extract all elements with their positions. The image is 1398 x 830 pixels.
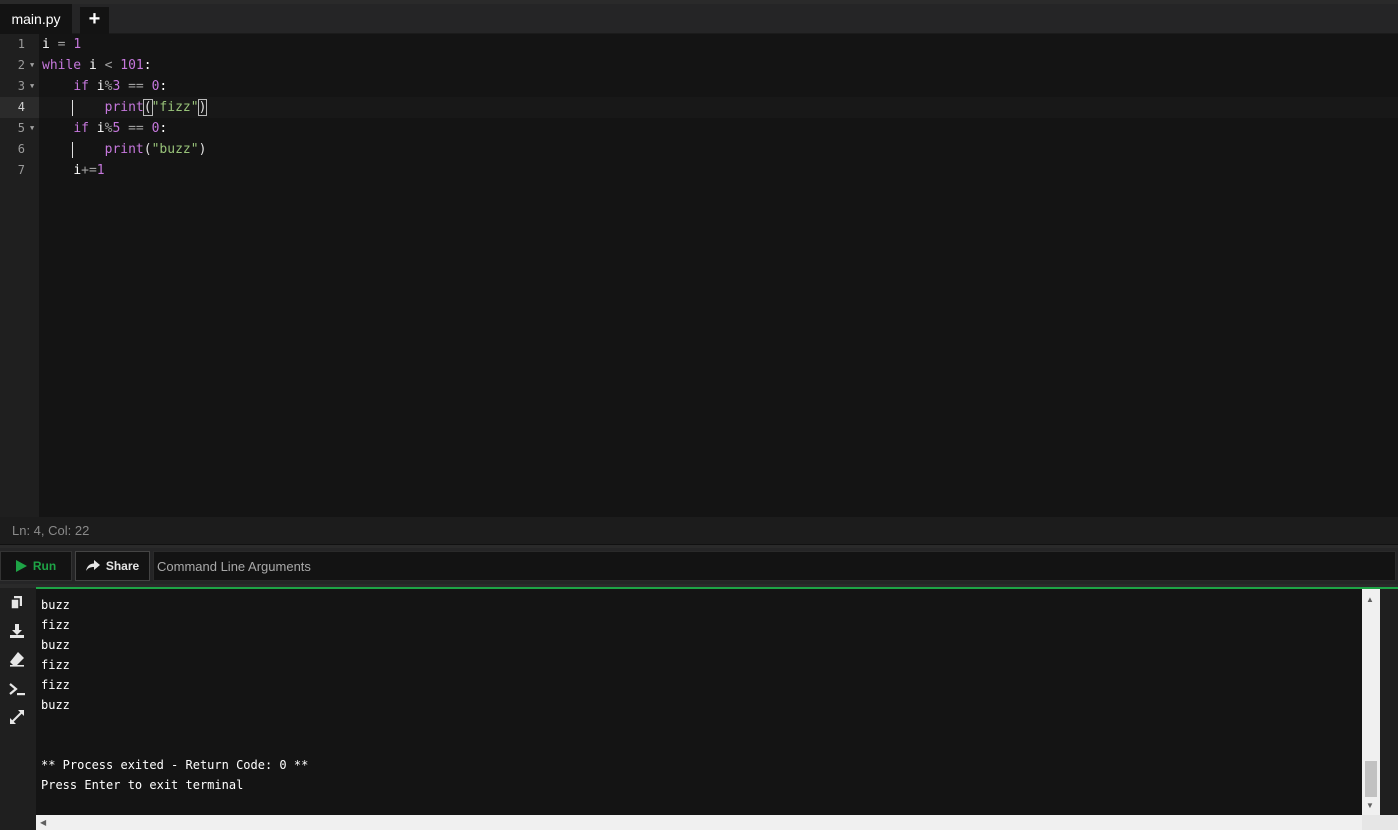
matched-bracket: ( [142,99,153,116]
terminal-line: fizz [41,618,70,632]
scroll-down-arrow-icon[interactable]: ▼ [1366,801,1374,810]
terminal-line: buzz [41,638,70,652]
terminal-output[interactable]: buzz fizz buzz fizz fizz buzz ** Process… [36,589,1362,815]
fold-arrow-icon[interactable]: ▼ [30,76,34,97]
terminal-line: fizz [41,658,70,672]
line-number: 2 ▼ [0,55,39,76]
share-button[interactable]: Share [75,551,150,581]
share-arrow-icon [85,560,100,571]
play-icon [15,560,27,572]
code-line-2: while i < 101: [42,58,152,73]
tab-bar: main.py + [0,4,1398,34]
scroll-left-arrow-icon[interactable]: ◀ [40,818,46,827]
download-icon[interactable] [8,622,26,640]
active-line-highlight [39,97,1398,118]
line-number: 5 ▼ [0,118,39,139]
code-line-1: i = 1 [42,37,82,52]
cursor-position: Ln: 4, Col: 22 [12,523,90,538]
code-line-5: if i%5 == 0: [73,121,168,136]
terminal-line: fizz [41,678,70,692]
terminal-horizontal-scrollbar[interactable]: ◀ [36,815,1362,830]
scroll-up-arrow-icon[interactable]: ▲ [1366,595,1374,604]
code-line-7: i+=1 [73,163,105,178]
copy-icon[interactable] [8,594,26,612]
scrollbar-thumb[interactable] [1365,761,1377,797]
scrollbar-corner [1362,815,1398,830]
code-editor[interactable]: 1 2 ▼ 3 ▼ 4 5 ▼ 6 7 i = 1 while i < 101: if… [0,34,1398,517]
line-number: 7 [17,163,25,177]
run-toolbar: Run Share [0,548,1398,584]
share-button-label: Share [105,559,140,573]
expand-icon[interactable] [8,708,26,726]
command-line-arguments-input[interactable] [153,551,1396,581]
run-button[interactable]: Run [0,551,72,581]
terminal-prompt-icon[interactable] [8,680,26,698]
status-bar: Ln: 4, Col: 22 [0,517,1398,545]
line-number-gutter: 1 2 ▼ 3 ▼ 4 5 ▼ 6 7 [0,34,39,517]
fold-arrow-icon[interactable]: ▼ [30,55,34,76]
line-number: 3 ▼ [0,76,39,97]
terminal-line: Press Enter to exit terminal [41,778,244,792]
line-number: 1 [17,37,25,51]
fold-arrow-icon[interactable]: ▼ [30,118,34,139]
run-button-label: Run [32,559,57,573]
tab-main-py[interactable]: main.py [0,4,72,34]
terminal-vertical-scrollbar[interactable]: ▲ ▼ [1362,589,1380,815]
code-line-4: print("fizz") [104,99,208,116]
line-number-active: 4 [0,97,39,118]
code-line-3: if i%3 == 0: [73,79,168,94]
eraser-icon[interactable] [8,650,26,668]
terminal-line: buzz [41,598,70,612]
terminal-line: ** Process exited - Return Code: 0 ** [41,758,309,772]
line-number: 6 [17,142,25,156]
terminal-line: buzz [41,698,70,712]
add-file-button[interactable]: + [80,7,109,34]
matched-bracket: ) [197,99,208,116]
terminal-sidebar [0,588,36,830]
code-line-6: print("buzz") [104,142,207,157]
terminal-right-gutter [1380,589,1398,815]
